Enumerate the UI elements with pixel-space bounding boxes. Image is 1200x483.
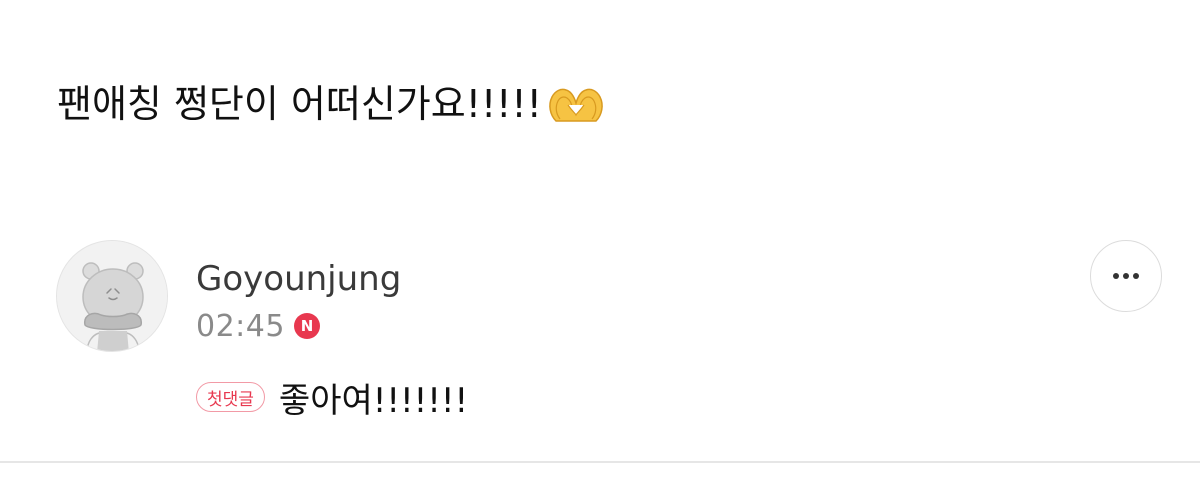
avatar[interactable] — [56, 240, 168, 352]
comment-text: 좋아여!!!!!!! — [278, 380, 469, 421]
heart-hands-icon — [546, 81, 606, 127]
post-title-text: 팬애칭 쩡단이 어떠신가요!!!!! — [57, 82, 542, 126]
post-title: 팬애칭 쩡단이 어떠신가요!!!!! — [57, 76, 606, 132]
author-name[interactable]: Goyounjung — [196, 256, 401, 302]
more-options-button[interactable] — [1090, 240, 1162, 312]
comment-page: 팬애칭 쩡단이 어떠신가요!!!!! Goyounjung 02:45 N 첫댓… — [0, 0, 1200, 483]
more-horizontal-icon — [1113, 273, 1139, 279]
comment-time: 02:45 — [196, 308, 285, 344]
comment-meta: 02:45 N — [196, 306, 320, 346]
new-badge: N — [293, 313, 320, 339]
divider — [0, 461, 1200, 463]
bear-avatar-icon — [57, 241, 167, 351]
comment-content: 첫댓글 좋아여!!!!!!! — [196, 374, 469, 421]
first-comment-badge: 첫댓글 — [196, 382, 265, 412]
